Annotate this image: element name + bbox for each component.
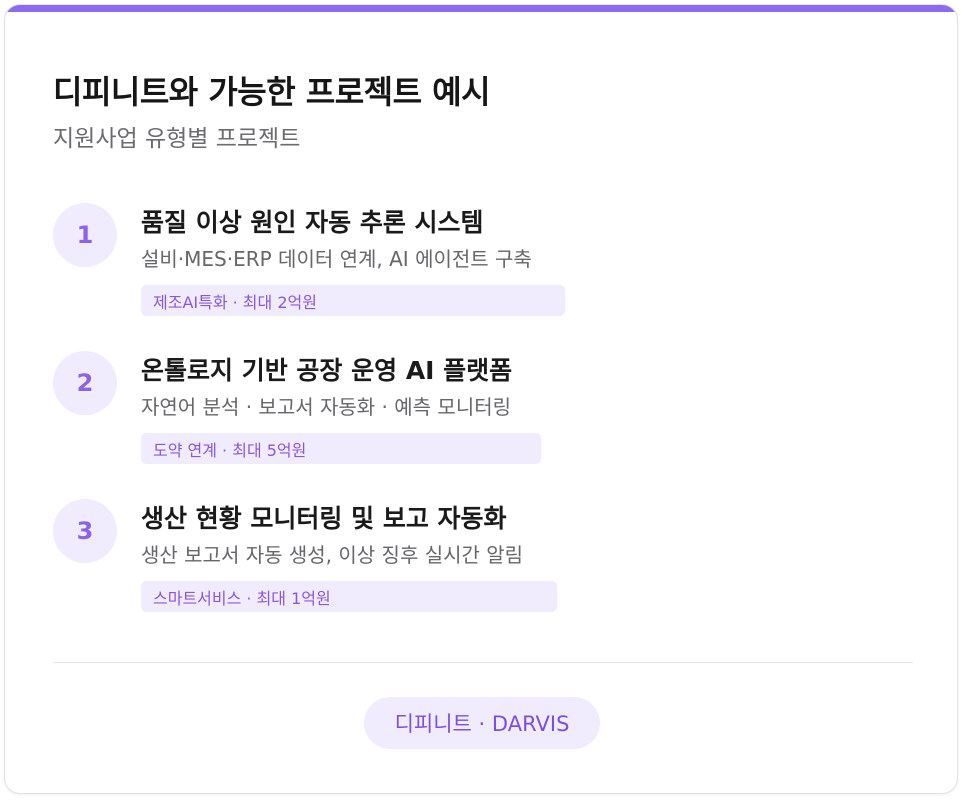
project-tag: 도약 연계 · 최대 5억원	[141, 433, 541, 464]
project-item-1: 1 품질 이상 원인 자동 추론 시스템 설비·MES·ERP 데이터 연계, …	[53, 203, 913, 323]
card-title: 디피니트와 가능한 프로젝트 예시	[53, 73, 491, 111]
project-description: 생산 보고서 자동 생성, 이상 징후 실시간 알림	[141, 543, 524, 567]
project-item-2: 2 온톨로지 기반 공장 운영 AI 플랫폼 자연어 분석 · 보고서 자동화 …	[53, 351, 913, 471]
card-subtitle: 지원사업 유형별 프로젝트	[53, 126, 301, 152]
project-item-3: 3 생산 현황 모니터링 및 보고 자동화 생산 보고서 자동 생성, 이상 징…	[53, 499, 913, 619]
accent-top-bar	[5, 5, 957, 12]
project-description: 설비·MES·ERP 데이터 연계, AI 에이전트 구축	[141, 247, 532, 271]
project-title: 온톨로지 기반 공장 운영 AI 플랫폼	[141, 356, 513, 385]
project-examples-card: 디피니트와 가능한 프로젝트 예시 지원사업 유형별 프로젝트 1 품질 이상 …	[4, 4, 958, 794]
project-number-badge: 1	[53, 203, 117, 267]
brand-footer-badge: 디피니트 · DARVIS	[364, 697, 600, 749]
project-title: 생산 현황 모니터링 및 보고 자동화	[141, 504, 507, 533]
project-tag: 제조AI특화 · 최대 2억원	[141, 285, 565, 316]
project-number-badge: 2	[53, 351, 117, 415]
project-tag: 스마트서비스 · 최대 1억원	[141, 581, 557, 612]
project-number-badge: 3	[53, 499, 117, 563]
project-title: 품질 이상 원인 자동 추론 시스템	[141, 208, 484, 237]
footer-divider	[53, 662, 913, 663]
project-description: 자연어 분석 · 보고서 자동화 · 예측 모니터링	[141, 395, 512, 419]
